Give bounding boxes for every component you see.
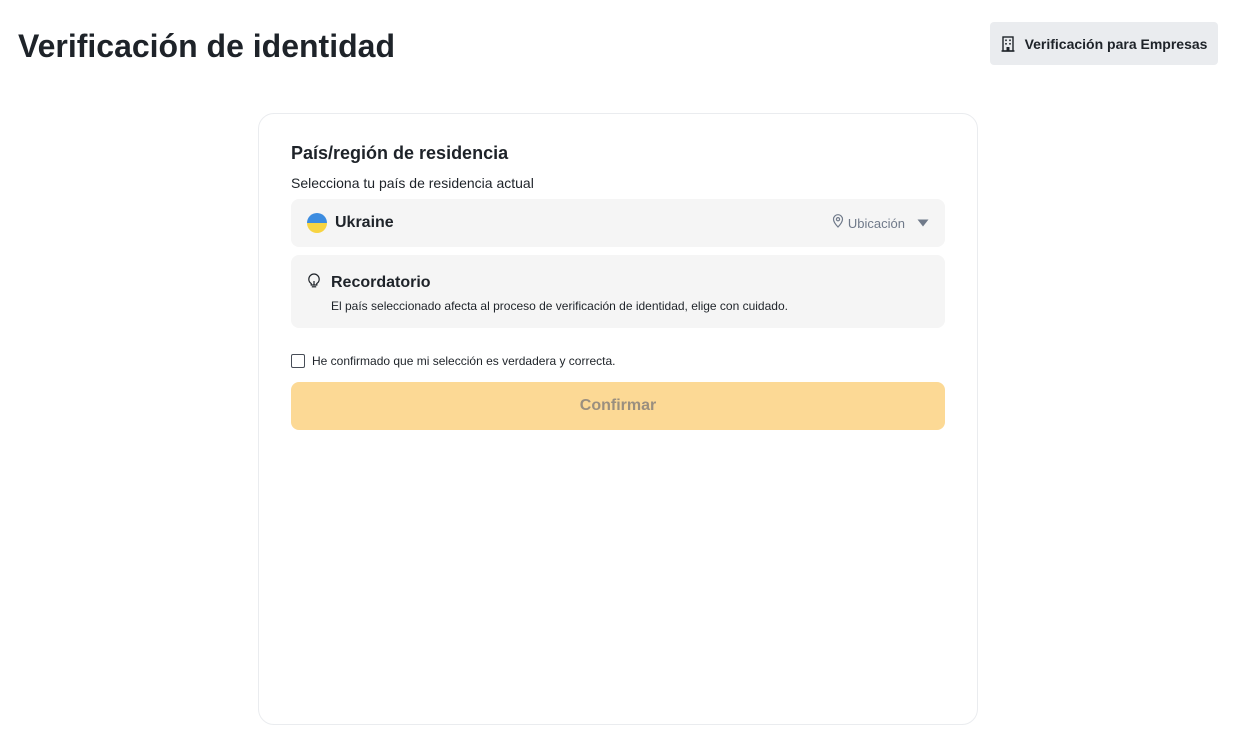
page-title: Verificación de identidad bbox=[18, 28, 395, 64]
confirmation-checkbox[interactable] bbox=[291, 354, 305, 368]
confirmation-row[interactable]: He confirmado que mi selección es verdad… bbox=[291, 354, 615, 368]
residence-card: País/región de residencia Selecciona tu … bbox=[258, 113, 978, 725]
reminder-title: Recordatorio bbox=[331, 274, 431, 291]
selected-country: Ukraine bbox=[335, 214, 394, 231]
building-icon bbox=[1001, 35, 1015, 52]
select-right-group: Ubicación bbox=[832, 213, 929, 233]
reminder-box: Recordatorio El país seleccionado afecta… bbox=[291, 255, 945, 328]
location-label: Ubicación bbox=[847, 215, 905, 231]
ukraine-flag-icon bbox=[307, 213, 327, 233]
map-pin-icon bbox=[832, 213, 844, 233]
confirm-button[interactable]: Confirmar bbox=[291, 382, 945, 430]
lightbulb-icon bbox=[307, 273, 321, 294]
confirmation-label: He confirmado que mi selección es verdad… bbox=[312, 354, 616, 368]
country-select[interactable]: Ukraine Ubicación bbox=[291, 199, 945, 247]
caret-down-icon bbox=[917, 214, 929, 232]
section-subtitle: Selecciona tu país de residencia actual bbox=[291, 175, 534, 191]
business-verification-label: Verificación para Empresas bbox=[1024, 35, 1208, 52]
business-verification-button[interactable]: Verificación para Empresas bbox=[990, 22, 1218, 65]
section-title: País/región de residencia bbox=[291, 143, 509, 163]
reminder-text: El país seleccionado afecta al proceso d… bbox=[331, 299, 788, 313]
